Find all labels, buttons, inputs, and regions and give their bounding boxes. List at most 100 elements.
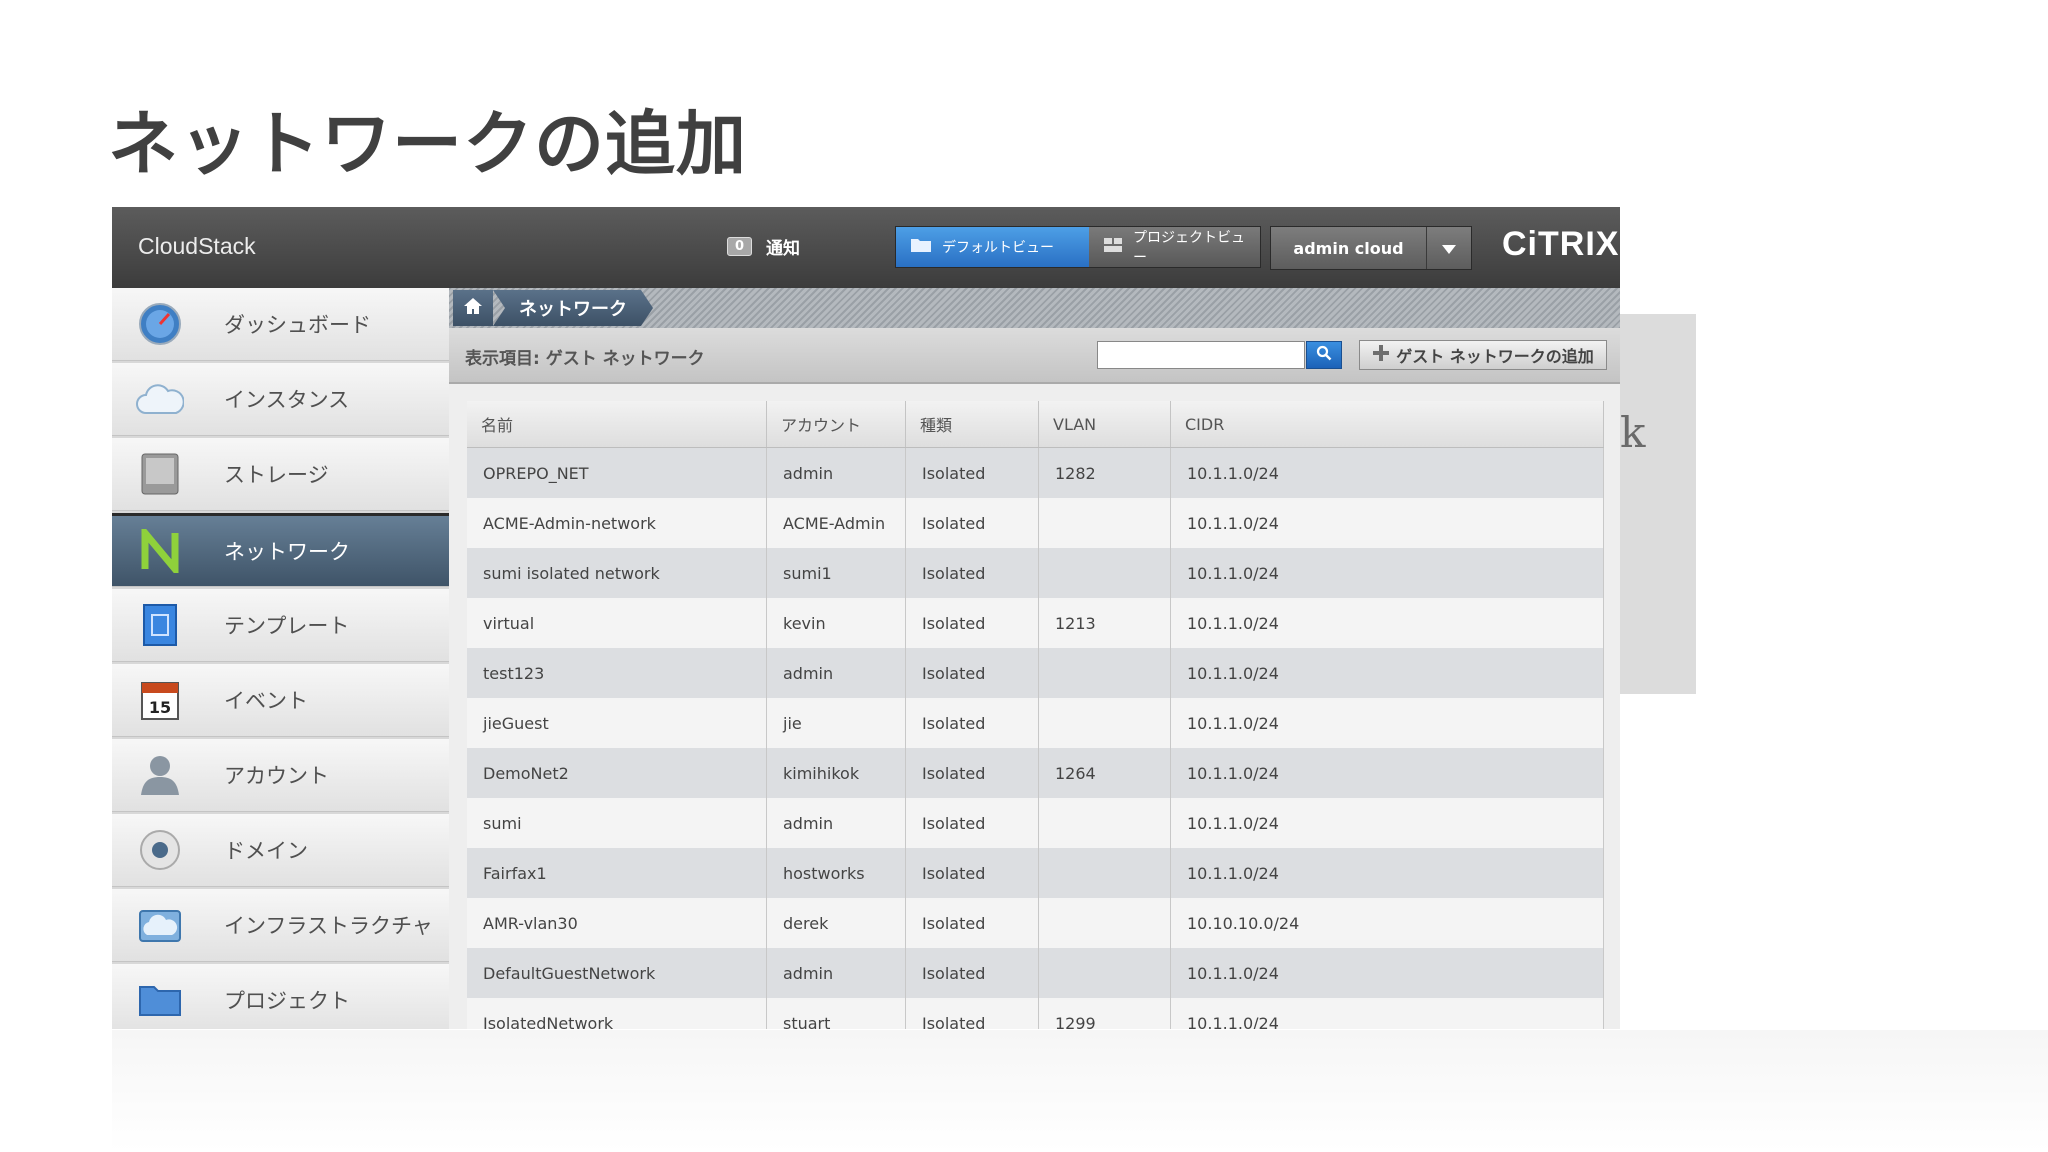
sidebar-item-templates[interactable]: テンプレート — [112, 589, 449, 662]
cloud-icon — [136, 375, 184, 423]
cell-name: Fairfax1 — [467, 848, 767, 898]
sidebar-item-label: アカウント — [224, 764, 329, 788]
citrix-logo: CiTRIX — [1502, 225, 1620, 263]
cell-cidr: 10.1.1.0/24 — [1170, 998, 1604, 1029]
cell-account: kevin — [766, 598, 906, 648]
breadcrumb-network[interactable]: ネットワーク — [493, 290, 653, 326]
column-header-cidr[interactable]: CIDR — [1170, 401, 1604, 448]
cell-cidr: 10.1.1.0/24 — [1170, 498, 1604, 548]
sidebar-item-label: ダッシュボード — [224, 313, 371, 337]
cell-name: DefaultGuestNetwork — [467, 948, 767, 998]
network-table: 名前 アカウント 種類 VLAN CIDR OPREPO_NET admin Iso… — [467, 401, 1604, 1029]
search-icon — [1316, 345, 1332, 365]
sidebar-item-events[interactable]: 15 イベント — [112, 664, 449, 737]
cell-account: stuart — [766, 998, 906, 1029]
column-header-account[interactable]: アカウント — [766, 401, 906, 448]
user-name[interactable]: admin cloud — [1271, 227, 1426, 269]
cell-vlan: 1299 — [1038, 998, 1171, 1029]
cell-name: jieGuest — [467, 698, 767, 748]
cell-cidr: 10.1.1.0/24 — [1170, 447, 1604, 498]
breadcrumb: ネットワーク — [449, 288, 1620, 328]
search-input[interactable] — [1097, 341, 1305, 369]
cell-cidr: 10.1.1.0/24 — [1170, 748, 1604, 798]
folder-icon — [910, 237, 932, 257]
filter-label[interactable]: 表示項目: ゲスト ネットワーク — [465, 344, 705, 369]
cell-type: Isolated — [905, 548, 1039, 598]
cell-vlan — [1038, 898, 1171, 948]
table-row[interactable]: sumi isolated network sumi1 Isolated 10.1.1… — [467, 548, 1604, 598]
sidebar-item-projects[interactable]: プロジェクト — [112, 964, 449, 1029]
view-toggle: デフォルトビュー プロジェクトビュー — [895, 226, 1261, 268]
cell-cidr: 10.1.1.0/24 — [1170, 948, 1604, 998]
sidebar-item-network[interactable]: ネットワーク — [112, 513, 449, 587]
table-row[interactable]: IsolatedNetwork stuart Isolated 1299 10.1.1.… — [467, 998, 1604, 1029]
domain-icon — [136, 826, 184, 874]
notification-label: 通知 — [766, 239, 801, 259]
default-view-label: デフォルトビュー — [942, 240, 1054, 256]
cell-cidr: 10.1.1.0/24 — [1170, 598, 1604, 648]
table-row[interactable]: Fairfax1 hostworks Isolated 10.1.1.0/24 — [467, 848, 1604, 898]
column-header-name[interactable]: 名前 — [467, 401, 767, 448]
sidebar-item-storage[interactable]: ストレージ — [112, 438, 449, 511]
dashboard-icon — [136, 300, 184, 348]
table-row[interactable]: AMR-vlan30 derek Isolated 10.10.10.0/24 — [467, 898, 1604, 948]
table-row[interactable]: test123 admin Isolated 10.1.1.0/24 — [467, 648, 1604, 698]
cell-cidr: 10.1.1.0/24 — [1170, 648, 1604, 698]
sidebar-item-label: ドメイン — [224, 839, 308, 863]
calendar-icon: 15 — [136, 676, 184, 724]
network-icon — [136, 527, 184, 575]
user-menu[interactable]: admin cloud — [1270, 226, 1472, 270]
cell-account: admin — [766, 948, 906, 998]
default-view-button[interactable]: デフォルトビュー — [896, 227, 1089, 267]
cell-type: Isolated — [905, 598, 1039, 648]
cloudstack-window: CloudStack 0 通知 デフォルトビュー プロジェクトビュー admin… — [112, 207, 1620, 1029]
home-icon — [463, 297, 483, 319]
cell-cidr: 10.1.1.0/24 — [1170, 798, 1604, 848]
table-row[interactable]: jieGuest jie Isolated 10.1.1.0/24 — [467, 698, 1604, 748]
cell-vlan — [1038, 648, 1171, 698]
cell-type: Isolated — [905, 648, 1039, 698]
cell-name: sumi — [467, 798, 767, 848]
notifications-button[interactable]: 0 通知 — [727, 234, 800, 259]
sidebar-item-label: インスタンス — [224, 388, 350, 412]
cell-account: admin — [766, 798, 906, 848]
cell-name: ACME-Admin-network — [467, 498, 767, 548]
table-row[interactable]: DefaultGuestNetwork admin Isolated 10.1.1.0… — [467, 948, 1604, 998]
cell-vlan — [1038, 698, 1171, 748]
project-view-button[interactable]: プロジェクトビュー — [1089, 227, 1260, 267]
table-row[interactable]: OPREPO_NET admin Isolated 1282 10.1.1.0/24 — [467, 447, 1604, 498]
calendar-day: 15 — [149, 698, 171, 717]
brand-title: CloudStack — [138, 233, 256, 259]
breadcrumb-home[interactable] — [453, 290, 493, 326]
sidebar-item-instances[interactable]: インスタンス — [112, 363, 449, 436]
cell-cidr: 10.1.1.0/24 — [1170, 848, 1604, 898]
cell-type: Isolated — [905, 998, 1039, 1029]
search-button[interactable] — [1306, 341, 1342, 369]
user-dropdown-button[interactable] — [1426, 227, 1471, 269]
column-header-vlan[interactable]: VLAN — [1038, 401, 1171, 448]
table-row[interactable]: DemoNet2 kimihikok Isolated 1264 10.1.1.0/24 — [467, 748, 1604, 798]
cell-account: jie — [766, 698, 906, 748]
sidebar-item-accounts[interactable]: アカウント — [112, 739, 449, 812]
sidebar-item-domains[interactable]: ドメイン — [112, 814, 449, 887]
sidebar-item-label: テンプレート — [224, 614, 350, 638]
cell-type: Isolated — [905, 698, 1039, 748]
folder-icon — [136, 976, 184, 1024]
cell-vlan — [1038, 798, 1171, 848]
template-icon — [136, 601, 184, 649]
add-guest-network-button[interactable]: ゲスト ネットワークの追加 — [1359, 340, 1607, 370]
cell-account: hostworks — [766, 848, 906, 898]
cell-account: admin — [766, 447, 906, 498]
sidebar-item-dashboard[interactable]: ダッシュボード — [112, 288, 449, 361]
infrastructure-icon — [136, 901, 184, 949]
table-row[interactable]: virtual kevin Isolated 1213 10.1.1.0/24 — [467, 598, 1604, 648]
notification-count: 0 — [727, 237, 753, 256]
cell-vlan — [1038, 948, 1171, 998]
cell-name: test123 — [467, 648, 767, 698]
table-row[interactable]: ACME-Admin-network ACME-Admin Isolated 10.1… — [467, 498, 1604, 548]
cell-name: IsolatedNetwork — [467, 998, 767, 1029]
table-row[interactable]: sumi admin Isolated 10.1.1.0/24 — [467, 798, 1604, 848]
sidebar-item-label: ストレージ — [224, 463, 329, 487]
column-header-type[interactable]: 種類 — [905, 401, 1039, 448]
sidebar-item-infrastructure[interactable]: インフラストラクチャ — [112, 889, 449, 962]
